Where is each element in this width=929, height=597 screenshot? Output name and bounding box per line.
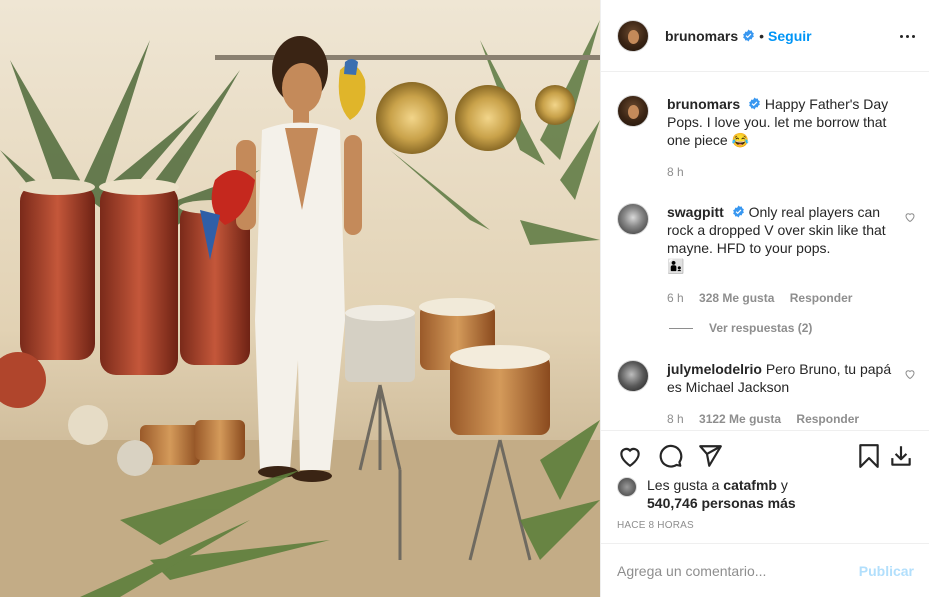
follow-button[interactable]: Seguir xyxy=(768,28,812,44)
view-replies-label[interactable]: Ver respuestas (2) xyxy=(709,321,812,335)
comment-item: swagpitt Only real players can rock a dr… xyxy=(617,203,917,307)
heart-icon[interactable] xyxy=(904,211,916,223)
like-heart-icon[interactable] xyxy=(617,443,643,469)
vintage-photo-illustration xyxy=(0,0,600,597)
post-timestamp[interactable]: HACE 8 HORAS xyxy=(617,520,694,531)
comment-icon[interactable] xyxy=(657,443,683,469)
view-replies-button[interactable]: Ver respuestas (2) xyxy=(669,321,812,335)
caption-meta: 8 h xyxy=(667,163,892,181)
comment-username[interactable]: julymelodelrio xyxy=(667,361,762,377)
commenter-avatar[interactable] xyxy=(617,203,649,235)
view-replies-line xyxy=(669,327,693,329)
comment-time[interactable]: 6 h xyxy=(667,291,684,305)
post-photo[interactable] xyxy=(0,0,600,597)
heart-icon[interactable] xyxy=(904,368,916,380)
comment-meta: 6 h 328 Me gusta Responder xyxy=(667,289,892,307)
liker-username[interactable]: catafmb xyxy=(723,477,777,493)
verified-badge-icon xyxy=(743,29,754,42)
publish-button[interactable]: Publicar xyxy=(859,563,914,579)
comment-username[interactable]: swagpitt xyxy=(667,204,724,220)
comment-body: julymelodelrio Pero Bruno, tu papá es Mi… xyxy=(667,360,892,428)
post-header: brunomars • Seguir xyxy=(601,0,929,72)
caption-time[interactable]: 8 h xyxy=(667,165,684,179)
verified-badge-icon xyxy=(732,205,744,218)
comment-likes[interactable]: 3122 Me gusta xyxy=(699,412,781,426)
action-bar xyxy=(601,430,929,478)
comment-body: swagpitt Only real players can rock a dr… xyxy=(667,203,892,307)
comment-item: julymelodelrio Pero Bruno, tu papá es Mi… xyxy=(617,360,917,428)
download-icon[interactable] xyxy=(888,443,914,469)
liker-avatar[interactable] xyxy=(617,477,637,497)
bookmark-icon[interactable] xyxy=(856,443,882,469)
comment-input[interactable] xyxy=(617,562,847,579)
post-sidebar: brunomars • Seguir brunomars Happy Fathe… xyxy=(600,0,929,597)
comment-likes[interactable]: 328 Me gusta xyxy=(699,291,774,305)
verified-badge-icon xyxy=(749,97,760,110)
comment-time[interactable]: 8 h xyxy=(667,412,684,426)
instagram-post: brunomars • Seguir brunomars Happy Fathe… xyxy=(0,0,929,597)
add-comment-bar: Publicar xyxy=(601,543,929,597)
author-avatar[interactable] xyxy=(617,19,649,52)
likes-text: Les gusta a catafmb y 540,746 personas m… xyxy=(647,476,796,512)
comment-meta: 8 h 3122 Me gusta Responder xyxy=(667,410,892,428)
likes-conjunction: y xyxy=(780,477,788,493)
reply-button[interactable]: Responder xyxy=(796,412,859,426)
caption-body: brunomars Happy Father's Day Pops. I lov… xyxy=(667,95,892,181)
commenter-avatar[interactable] xyxy=(617,360,649,392)
share-icon[interactable] xyxy=(697,443,723,469)
caption-username[interactable]: brunomars xyxy=(667,96,740,112)
likes-count[interactable]: 540,746 personas más xyxy=(647,495,796,511)
more-options-icon[interactable] xyxy=(898,26,918,46)
author-username[interactable]: brunomars xyxy=(665,28,738,44)
comments-list[interactable]: brunomars Happy Father's Day Pops. I lov… xyxy=(601,72,929,430)
separator-dot: • xyxy=(759,27,765,44)
caption: brunomars Happy Father's Day Pops. I lov… xyxy=(617,95,917,181)
likes-summary: Les gusta a catafmb y 540,746 personas m… xyxy=(617,476,917,512)
reply-button[interactable]: Responder xyxy=(790,291,853,305)
likes-prefix: Les gusta a xyxy=(647,477,720,493)
comment-emoji: 👨‍👦 xyxy=(667,258,685,274)
author-avatar[interactable] xyxy=(617,95,649,127)
